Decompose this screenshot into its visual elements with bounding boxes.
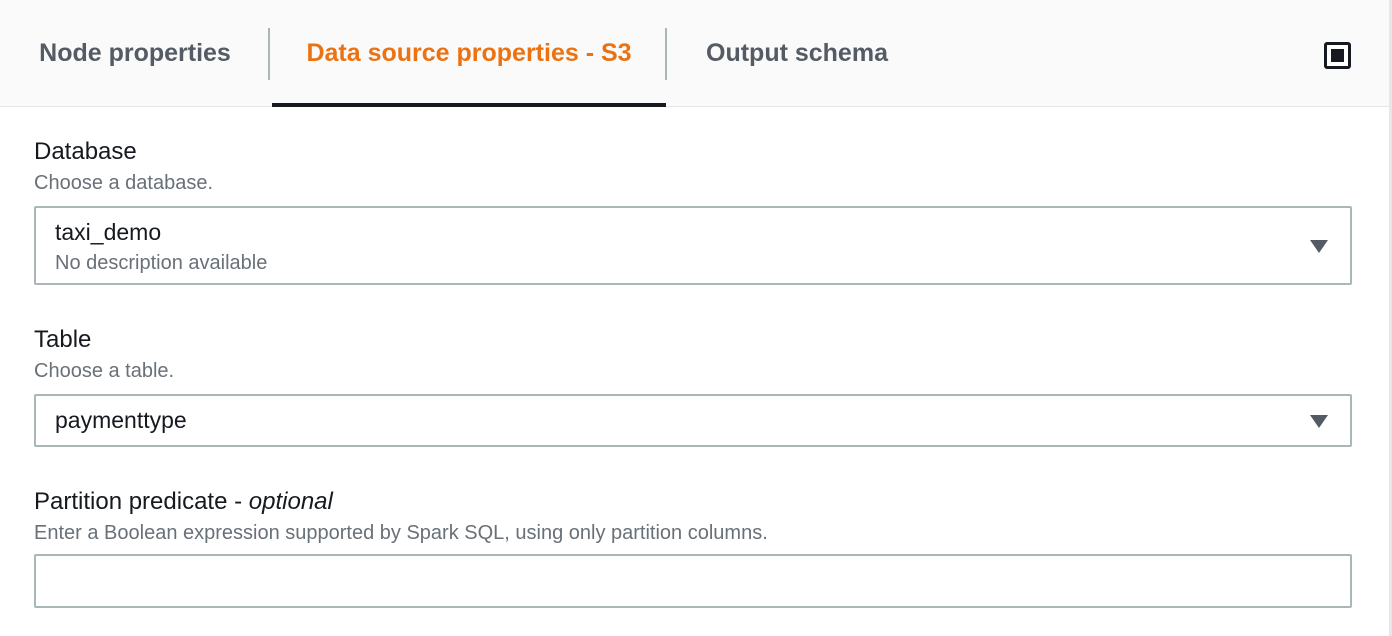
tab-output-schema[interactable]: Output schema: [668, 0, 926, 107]
caret-down-icon: [1310, 415, 1328, 428]
table-description: Choose a table.: [34, 360, 175, 382]
caret-down-icon: [1310, 240, 1328, 253]
database-label: Database: [34, 138, 137, 165]
tab-node-properties[interactable]: Node properties: [0, 0, 270, 107]
tab-label: Data source properties - S3: [306, 39, 632, 67]
tab-bar: Node properties Data source properties -…: [0, 0, 1389, 107]
optional-marker: optional: [248, 488, 333, 515]
expand-icon-fill: [1331, 49, 1344, 62]
partition-predicate-label: Partition predicate - optional: [34, 488, 333, 516]
square-expand-icon[interactable]: [1324, 42, 1351, 69]
database-description: Choose a database.: [34, 172, 214, 194]
database-select[interactable]: taxi_demo No description available: [34, 206, 1352, 285]
tab-data-source-properties[interactable]: Data source properties - S3: [272, 0, 666, 107]
table-label: Table: [34, 326, 92, 353]
table-select-value: paymenttype: [55, 407, 187, 433]
database-select-subtext: No description available: [55, 252, 268, 274]
tab-label: Output schema: [706, 39, 888, 67]
partition-predicate-input[interactable]: [34, 554, 1352, 608]
partition-label-text: Partition predicate -: [34, 488, 249, 515]
tab-label: Node properties: [39, 39, 231, 67]
tab-divider: [665, 28, 667, 80]
database-select-value: taxi_demo: [55, 219, 162, 245]
tab-divider: [268, 28, 270, 80]
partition-predicate-description: Enter a Boolean expression supported by …: [34, 522, 768, 544]
table-select[interactable]: paymenttype: [34, 394, 1352, 447]
